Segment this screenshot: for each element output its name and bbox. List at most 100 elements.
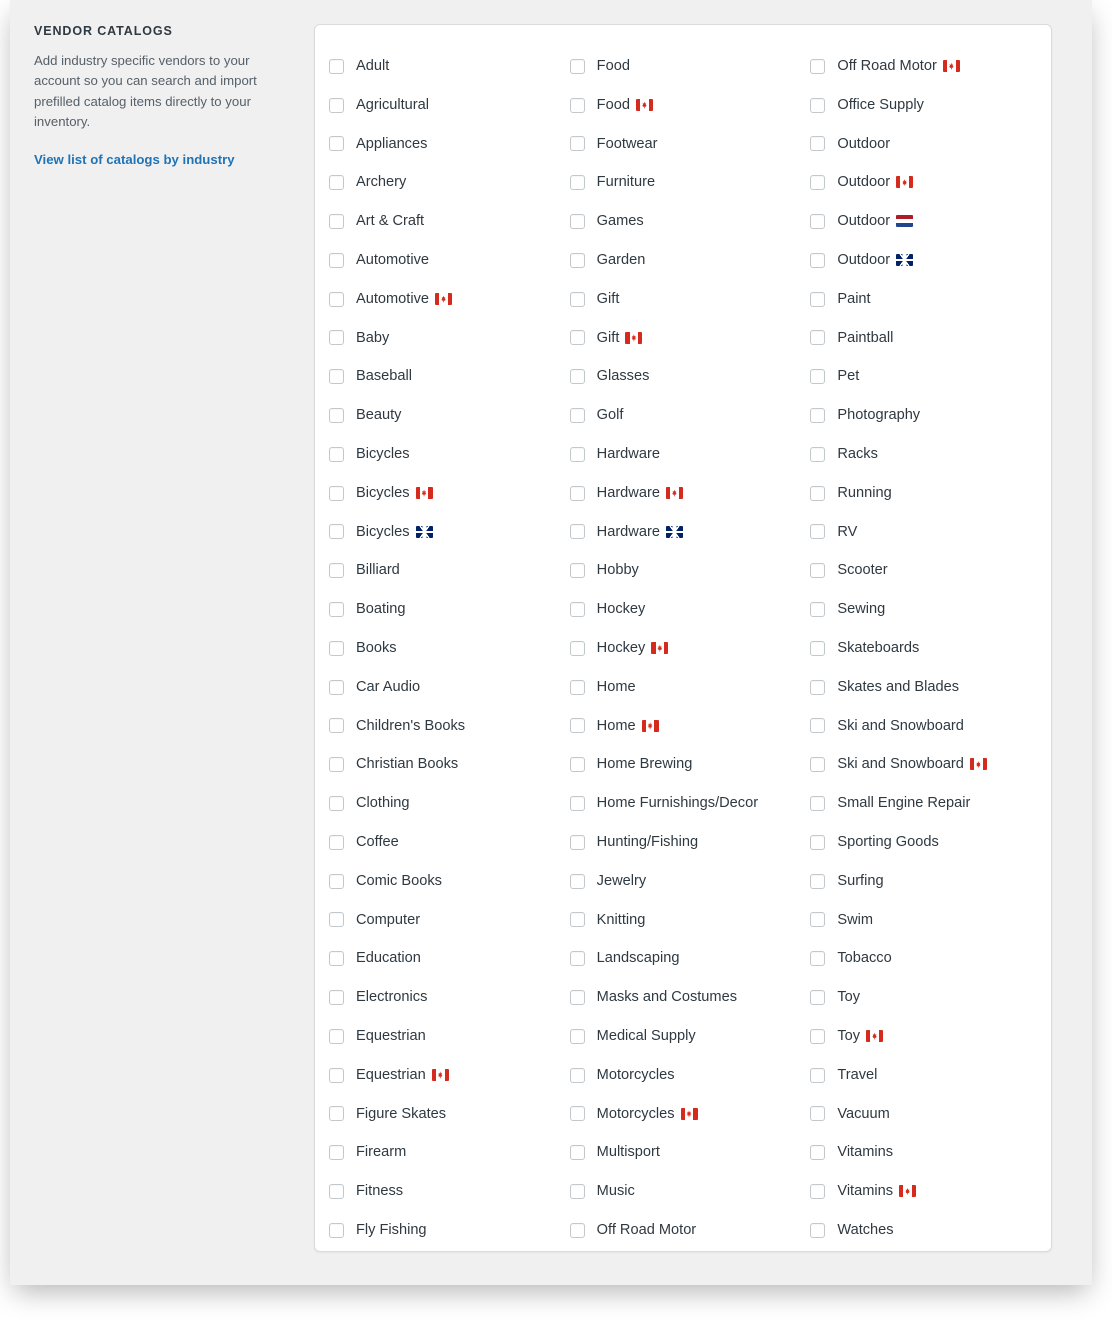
checkbox-icon[interactable] xyxy=(810,873,826,889)
checkbox-icon[interactable] xyxy=(810,136,826,152)
catalog-checkbox-row-bicycles[interactable]: Bicycles xyxy=(329,435,570,474)
checkbox-icon[interactable] xyxy=(569,1067,585,1083)
checkbox-icon[interactable] xyxy=(569,175,585,191)
checkbox-icon[interactable] xyxy=(329,1028,344,1044)
checkbox-icon[interactable] xyxy=(569,330,585,346)
checkbox-icon[interactable] xyxy=(569,873,585,889)
catalog-checkbox-row-home-furnishings-decor[interactable]: Home Furnishings/Decor xyxy=(569,784,811,823)
catalog-checkbox-row-sewing[interactable]: Sewing xyxy=(810,590,1051,629)
checkbox-icon[interactable] xyxy=(810,1028,826,1044)
catalog-checkbox-row-gift[interactable]: Gift xyxy=(569,280,811,319)
catalog-checkbox-row-hockey-ca[interactable]: Hockey xyxy=(569,629,811,668)
catalog-checkbox-row-food-ca[interactable]: Food xyxy=(569,86,811,125)
catalog-checkbox-row-hobby[interactable]: Hobby xyxy=(569,551,811,590)
view-catalogs-by-industry-link[interactable]: View list of catalogs by industry xyxy=(34,152,235,167)
catalog-checkbox-row-hunting-fishing[interactable]: Hunting/Fishing xyxy=(569,823,811,862)
catalog-checkbox-row-vacuum[interactable]: Vacuum xyxy=(810,1095,1051,1134)
catalog-checkbox-row-firearm[interactable]: Firearm xyxy=(329,1133,570,1172)
catalog-checkbox-row-small-engine-repair[interactable]: Small Engine Repair xyxy=(810,784,1051,823)
checkbox-icon[interactable] xyxy=(569,97,585,113)
checkbox-icon[interactable] xyxy=(569,369,585,385)
catalog-checkbox-row-knitting[interactable]: Knitting xyxy=(569,901,811,940)
catalog-checkbox-row-jewelry[interactable]: Jewelry xyxy=(569,862,811,901)
checkbox-icon[interactable] xyxy=(569,524,585,540)
checkbox-icon[interactable] xyxy=(569,1028,585,1044)
catalog-checkbox-row-glasses[interactable]: Glasses xyxy=(569,357,811,396)
checkbox-icon[interactable] xyxy=(810,602,826,618)
catalog-checkbox-row-sporting-goods[interactable]: Sporting Goods xyxy=(810,823,1051,862)
catalog-checkbox-row-music[interactable]: Music xyxy=(569,1172,811,1211)
catalog-checkbox-row-home-brewing[interactable]: Home Brewing xyxy=(569,745,811,784)
checkbox-icon[interactable] xyxy=(569,951,585,967)
catalog-checkbox-row-automotive[interactable]: Automotive xyxy=(329,241,570,280)
checkbox-icon[interactable] xyxy=(810,796,826,812)
catalog-checkbox-row-hardware-gb[interactable]: Hardware xyxy=(569,513,811,552)
checkbox-icon[interactable] xyxy=(569,912,585,928)
checkbox-icon[interactable] xyxy=(329,1067,344,1083)
checkbox-icon[interactable] xyxy=(810,912,826,928)
catalog-checkbox-row-surfing[interactable]: Surfing xyxy=(810,862,1051,901)
checkbox-icon[interactable] xyxy=(329,252,344,268)
checkbox-icon[interactable] xyxy=(569,1106,585,1122)
checkbox-icon[interactable] xyxy=(810,252,826,268)
catalog-checkbox-row-beauty[interactable]: Beauty xyxy=(329,396,570,435)
checkbox-icon[interactable] xyxy=(810,330,826,346)
catalog-checkbox-row-fly-fishing[interactable]: Fly Fishing xyxy=(329,1211,570,1250)
catalog-checkbox-row-off-road-motor[interactable]: Off Road Motor xyxy=(569,1211,811,1250)
catalog-checkbox-row-gift-ca[interactable]: Gift xyxy=(569,319,811,358)
catalog-checkbox-row-furniture[interactable]: Furniture xyxy=(569,163,811,202)
checkbox-icon[interactable] xyxy=(329,679,344,695)
catalog-checkbox-row-figure-skates[interactable]: Figure Skates xyxy=(329,1095,570,1134)
catalog-checkbox-row-toy-ca[interactable]: Toy xyxy=(810,1017,1051,1056)
checkbox-icon[interactable] xyxy=(329,796,344,812)
checkbox-icon[interactable] xyxy=(810,485,826,501)
checkbox-icon[interactable] xyxy=(569,563,585,579)
checkbox-icon[interactable] xyxy=(569,485,585,501)
checkbox-icon[interactable] xyxy=(569,214,585,230)
checkbox-icon[interactable] xyxy=(329,718,344,734)
checkbox-icon[interactable] xyxy=(810,58,826,74)
checkbox-icon[interactable] xyxy=(569,990,585,1006)
catalog-checkbox-row-coffee[interactable]: Coffee xyxy=(329,823,570,862)
checkbox-icon[interactable] xyxy=(810,97,826,113)
catalog-checkbox-row-masks-and-costumes[interactable]: Masks and Costumes xyxy=(569,978,811,1017)
catalog-checkbox-row-car-audio[interactable]: Car Audio xyxy=(329,668,570,707)
catalog-checkbox-row-baby[interactable]: Baby xyxy=(329,319,570,358)
catalog-checkbox-row-computer[interactable]: Computer xyxy=(329,901,570,940)
checkbox-icon[interactable] xyxy=(810,718,826,734)
checkbox-icon[interactable] xyxy=(569,796,585,812)
checkbox-icon[interactable] xyxy=(329,524,344,540)
checkbox-icon[interactable] xyxy=(329,834,344,850)
checkbox-icon[interactable] xyxy=(329,214,344,230)
checkbox-icon[interactable] xyxy=(810,446,826,462)
catalog-checkbox-row-skates-and-blades[interactable]: Skates and Blades xyxy=(810,668,1051,707)
catalog-checkbox-row-adult[interactable]: Adult xyxy=(329,47,570,86)
catalog-checkbox-row-travel[interactable]: Travel xyxy=(810,1056,1051,1095)
checkbox-icon[interactable] xyxy=(569,291,585,307)
checkbox-icon[interactable] xyxy=(810,990,826,1006)
catalog-checkbox-row-education[interactable]: Education xyxy=(329,939,570,978)
catalog-checkbox-row-watches[interactable]: Watches xyxy=(810,1211,1051,1250)
catalog-checkbox-row-racks[interactable]: Racks xyxy=(810,435,1051,474)
checkbox-icon[interactable] xyxy=(569,834,585,850)
catalog-checkbox-row-running[interactable]: Running xyxy=(810,474,1051,513)
catalog-checkbox-row-toy[interactable]: Toy xyxy=(810,978,1051,1017)
checkbox-icon[interactable] xyxy=(810,524,826,540)
checkbox-icon[interactable] xyxy=(569,718,585,734)
catalog-checkbox-row-art-craft[interactable]: Art & Craft xyxy=(329,202,570,241)
catalog-checkbox-row-electronics[interactable]: Electronics xyxy=(329,978,570,1017)
checkbox-icon[interactable] xyxy=(329,640,344,656)
catalog-checkbox-row-boating[interactable]: Boating xyxy=(329,590,570,629)
checkbox-icon[interactable] xyxy=(329,602,344,618)
checkbox-icon[interactable] xyxy=(329,291,344,307)
checkbox-icon[interactable] xyxy=(810,1106,826,1122)
catalog-checkbox-row-golf[interactable]: Golf xyxy=(569,396,811,435)
checkbox-icon[interactable] xyxy=(810,679,826,695)
catalog-checkbox-row-photography[interactable]: Photography xyxy=(810,396,1051,435)
catalog-checkbox-row-bicycles-ca[interactable]: Bicycles xyxy=(329,474,570,513)
catalog-checkbox-row-landscaping[interactable]: Landscaping xyxy=(569,939,811,978)
checkbox-icon[interactable] xyxy=(569,679,585,695)
catalog-checkbox-row-baseball[interactable]: Baseball xyxy=(329,357,570,396)
catalog-checkbox-row-hardware[interactable]: Hardware xyxy=(569,435,811,474)
catalog-checkbox-row-outdoor-nl[interactable]: Outdoor xyxy=(810,202,1051,241)
